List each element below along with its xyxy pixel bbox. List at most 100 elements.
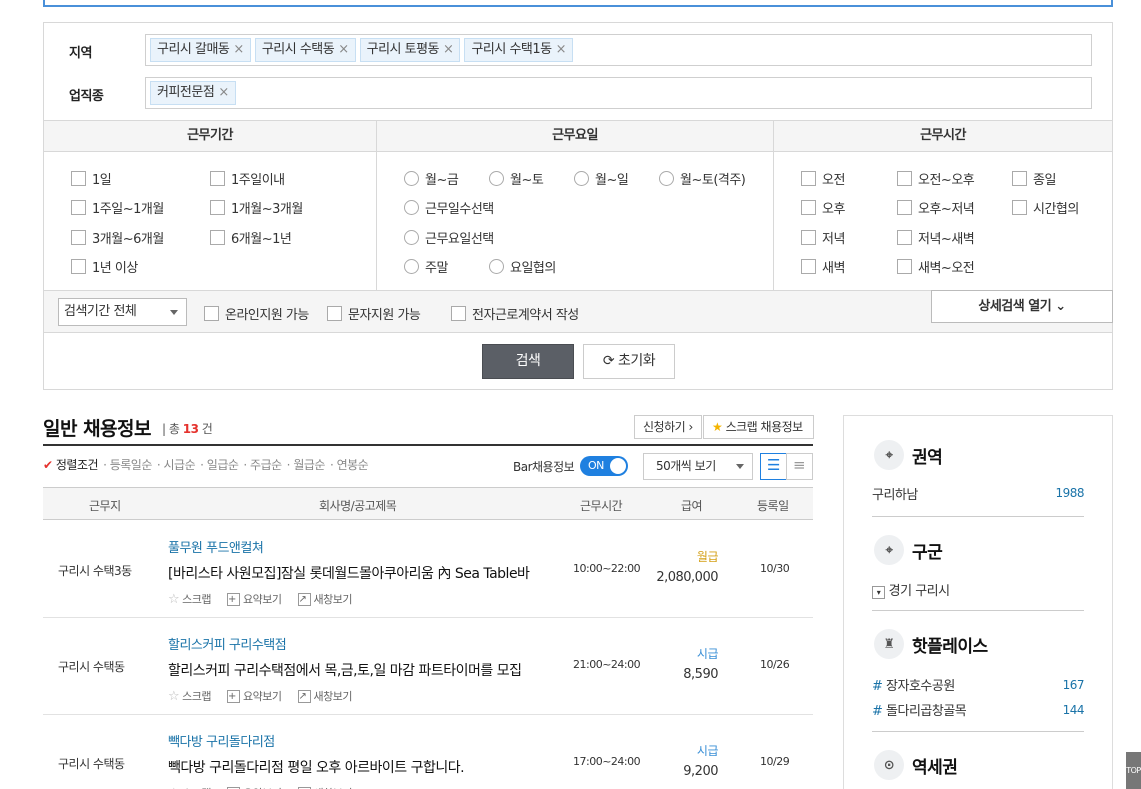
day-option[interactable]: 요일협의	[489, 257, 556, 276]
time-option[interactable]: 새벽~오전	[897, 257, 975, 276]
sort-option[interactable]: · 일급순	[200, 456, 239, 473]
new-window-action[interactable]: ↗새창보기	[297, 591, 353, 607]
job-company[interactable]: 할리스커피 구리수택점	[168, 634, 287, 653]
remove-tag-icon[interactable]: ×	[233, 39, 244, 61]
time-option[interactable]: 오후~저녁	[897, 198, 975, 217]
radio[interactable]	[404, 200, 419, 215]
remove-tag-icon[interactable]: ×	[218, 82, 229, 104]
sort-option[interactable]: · 연봉순	[330, 456, 369, 473]
time-option[interactable]: 저녁	[801, 228, 845, 247]
time-option[interactable]: 오전	[801, 169, 845, 188]
hotplace-item[interactable]: # 돌다리곱창골목 144	[872, 700, 1085, 719]
checkbox[interactable]	[451, 306, 466, 321]
day-option[interactable]: 월~일	[574, 169, 629, 188]
list-view-button[interactable]: ☰	[760, 453, 787, 480]
time-option[interactable]: 오후	[801, 198, 845, 217]
table-row[interactable]: 구리시 수택동 빽다방 구리돌다리점 빽다방 구리돌다리점 평일 오후 아르바이…	[43, 715, 813, 789]
remove-tag-icon[interactable]: ×	[338, 39, 349, 61]
e-contract-option[interactable]: 전자근로계약서 작성	[451, 304, 579, 323]
radio[interactable]	[404, 171, 419, 186]
job-title[interactable]: 빽다방 구리돌다리점 평일 오후 아르바이트 구합니다.	[168, 757, 465, 777]
period-option[interactable]: 1주일이내	[210, 169, 285, 188]
time-option[interactable]: 종일	[1012, 169, 1056, 188]
period-option[interactable]: 1개월~3개월	[210, 198, 303, 217]
checkbox[interactable]	[801, 230, 816, 245]
region-tag[interactable]: 구리시 수택동 ×	[254, 38, 356, 62]
checkbox[interactable]	[1012, 200, 1027, 215]
job-company[interactable]: 빽다방 구리돌다리점	[168, 731, 275, 750]
summary-action[interactable]: +요약보기	[227, 591, 282, 607]
day-option[interactable]: 근무요일선택	[404, 228, 494, 247]
checkbox[interactable]	[1012, 171, 1027, 186]
checkbox[interactable]	[897, 259, 912, 274]
period-option[interactable]: 1년 이상	[71, 257, 138, 276]
period-option[interactable]: 1주일~1개월	[71, 198, 164, 217]
checkbox[interactable]	[327, 306, 342, 321]
period-option[interactable]: 1일	[71, 169, 112, 188]
search-period-select[interactable]: 검색기간 전체	[58, 298, 187, 326]
checkbox[interactable]	[71, 171, 86, 186]
region-tag[interactable]: 구리시 수택1동 ×	[464, 38, 574, 62]
industry-tag[interactable]: 커피전문점 ×	[150, 81, 236, 105]
checkbox[interactable]	[204, 306, 219, 321]
checkbox[interactable]	[71, 200, 86, 215]
job-title[interactable]: [바리스타 사원모집]잠실 롯데월드몰아쿠아리움 內 Sea Table바	[168, 563, 530, 583]
online-apply-option[interactable]: 온라인지원 가능	[204, 304, 309, 323]
region-tag[interactable]: 구리시 토평동 ×	[359, 38, 461, 62]
checkbox[interactable]	[801, 200, 816, 215]
checkbox[interactable]	[210, 171, 225, 186]
scrap-action[interactable]: ☆스크랩	[168, 591, 212, 607]
checkbox[interactable]	[71, 230, 86, 245]
bar-jobs-toggle[interactable]: ON	[580, 456, 628, 476]
region-tag[interactable]: 구리시 갈매동 ×	[150, 38, 251, 62]
job-company[interactable]: 풀무원 푸드앤컬쳐	[168, 537, 264, 556]
grid-view-button[interactable]: ≡	[786, 453, 813, 480]
radio[interactable]	[489, 171, 504, 186]
industry-tag-input[interactable]: 커피전문점 ×	[145, 77, 1092, 109]
detail-search-button[interactable]: 상세검색 열기 ⌄	[931, 290, 1113, 323]
time-option[interactable]: 시간협의	[1012, 198, 1079, 217]
time-option[interactable]: 저녁~새벽	[897, 228, 975, 247]
day-option[interactable]: 월~토	[489, 169, 544, 188]
hotplace-item[interactable]: # 장자호수공원 167	[872, 675, 1085, 694]
checkbox[interactable]	[897, 200, 912, 215]
day-option[interactable]: 월~토(격주)	[659, 169, 746, 188]
summary-action[interactable]: +요약보기	[227, 688, 282, 704]
radio[interactable]	[574, 171, 589, 186]
sort-option[interactable]: · 시급순	[157, 456, 196, 473]
search-button[interactable]: 검색	[482, 344, 574, 379]
radio[interactable]	[404, 230, 419, 245]
new-window-action[interactable]: ↗새창보기	[297, 785, 353, 789]
sort-option[interactable]: · 월급순	[287, 456, 326, 473]
period-option[interactable]: 3개월~6개월	[71, 228, 164, 247]
day-option[interactable]: 주말	[404, 257, 448, 276]
reset-button[interactable]: ⟳ 초기화	[583, 344, 675, 379]
checkbox[interactable]	[897, 230, 912, 245]
day-option[interactable]: 월~금	[404, 169, 459, 188]
table-row[interactable]: 구리시 수택3동 풀무원 푸드앤컬쳐 [바리스타 사원모집]잠실 롯데월드몰아쿠…	[43, 521, 813, 618]
remove-tag-icon[interactable]: ×	[556, 39, 567, 61]
scrap-action[interactable]: ☆스크랩	[168, 688, 212, 704]
sort-option-default[interactable]: ✔ 정렬조건	[43, 456, 99, 473]
radio[interactable]	[489, 259, 504, 274]
view-count-select[interactable]: 50개씩 보기	[643, 453, 753, 480]
checkbox[interactable]	[801, 259, 816, 274]
day-option[interactable]: 근무일수선택	[404, 198, 494, 217]
checkbox[interactable]	[897, 171, 912, 186]
radio[interactable]	[404, 259, 419, 274]
apply-button[interactable]: 신청하기 ›	[634, 415, 702, 439]
period-option[interactable]: 6개월~1년	[210, 228, 292, 247]
scroll-top-button[interactable]: TOP	[1126, 752, 1141, 789]
sms-apply-option[interactable]: 문자지원 가능	[327, 304, 421, 323]
area-item[interactable]: 구리하남 1988	[872, 484, 1084, 503]
time-option[interactable]: 오전~오후	[897, 169, 975, 188]
district-item[interactable]: ▾ 경기 구리시	[872, 580, 1084, 599]
checkbox[interactable]	[210, 200, 225, 215]
sort-option[interactable]: · 주급순	[243, 456, 282, 473]
sort-option[interactable]: · 등록일순	[103, 456, 152, 473]
summary-action[interactable]: +요약보기	[227, 785, 282, 789]
new-window-action[interactable]: ↗새창보기	[297, 688, 353, 704]
scrap-list-button[interactable]: ★ 스크랩 채용정보	[703, 415, 814, 439]
job-title[interactable]: 할리스커피 구리수택점에서 목,금,토,일 마감 파트타이머를 모집	[168, 660, 522, 680]
scrap-action[interactable]: ☆스크랩	[168, 785, 212, 789]
